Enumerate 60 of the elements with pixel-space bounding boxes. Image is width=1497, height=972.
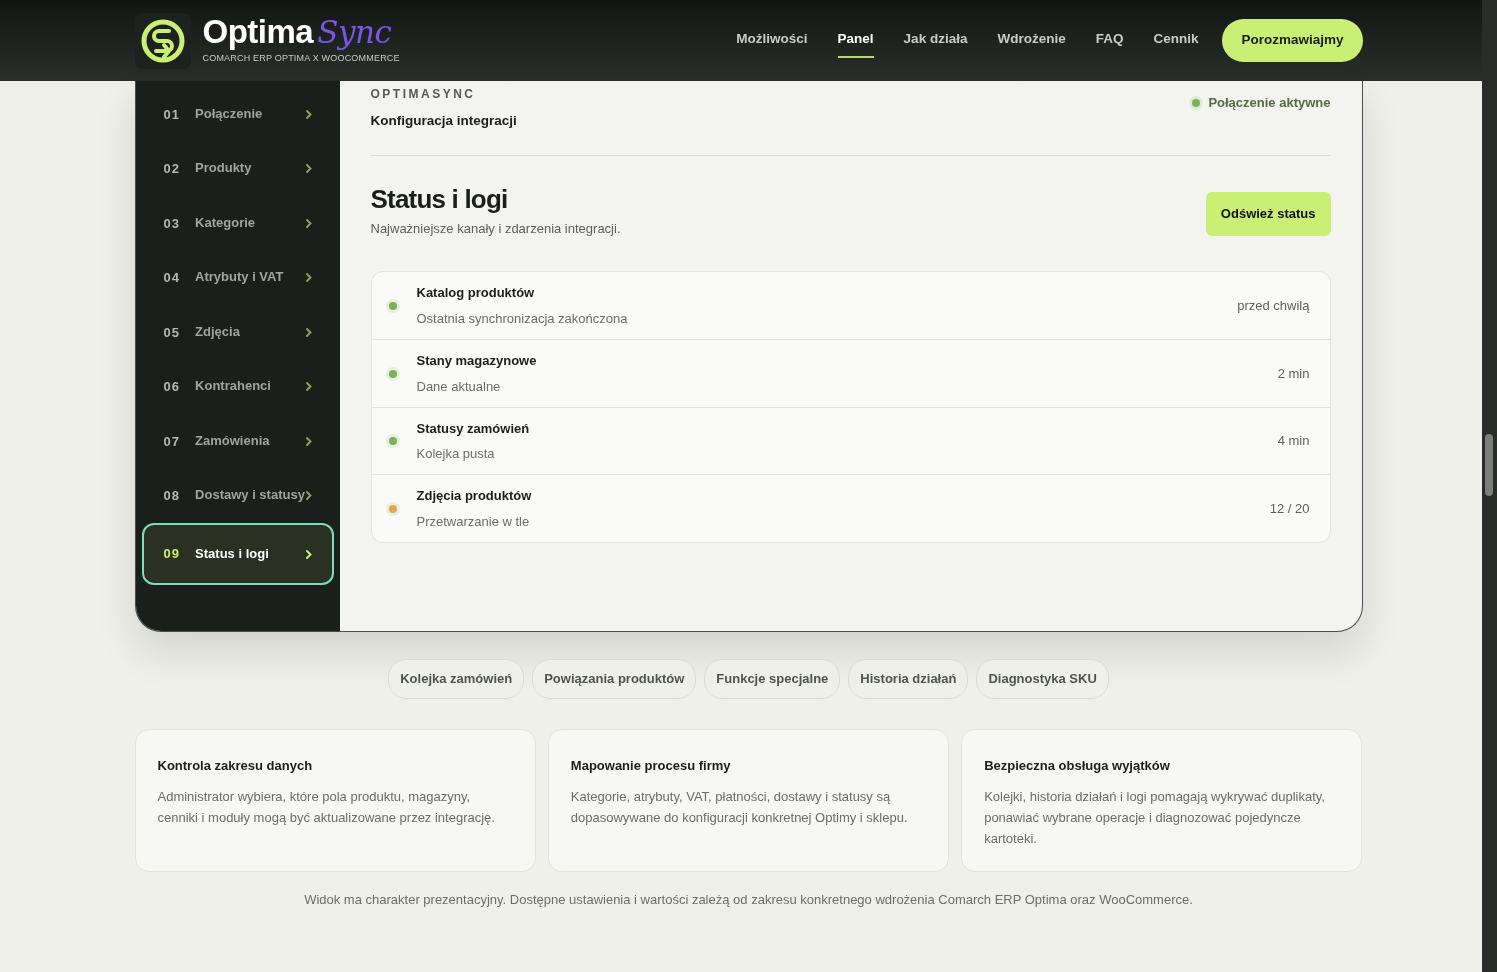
nav-link[interactable]: FAQ [1095, 23, 1124, 58]
contact-button[interactable]: Porozmawiajmy [1222, 19, 1363, 62]
feature-chip[interactable]: Historia działań [848, 659, 969, 699]
chevron-icon [305, 273, 312, 283]
sidebar-item[interactable]: 03 Kategorie [141, 196, 334, 251]
status-time: 2 min [1277, 364, 1310, 383]
status-name: Stany magazynowe [416, 352, 537, 371]
scrollbar[interactable] [1482, 0, 1497, 972]
status-detail: Przetwarzanie w tle [416, 512, 531, 531]
status-time: 4 min [1277, 432, 1310, 451]
sidebar-item[interactable]: 05 Zdjęcia [141, 305, 334, 360]
nav-link[interactable]: Możliwości [736, 23, 808, 58]
chevron-icon [305, 164, 312, 174]
sidebar-item[interactable]: 09 Status i logi [141, 523, 334, 585]
feature-chip[interactable]: Kolejka zamówień [388, 659, 525, 699]
chevron-icon [305, 327, 312, 337]
sidebar-item[interactable]: 08 Dostawy i statusy [141, 468, 334, 523]
nav-link[interactable]: Jak działa [903, 23, 968, 58]
nav-link[interactable]: Wdrożenie [997, 23, 1066, 58]
connection-status: Połączenie aktywne [1208, 94, 1331, 113]
status-detail: Ostatnia synchronizacja zakończona [416, 309, 628, 328]
status-detail: Kolejka pusta [416, 445, 496, 464]
scrollbar-thumb[interactable] [1485, 434, 1493, 496]
nav-link[interactable]: Panel [837, 23, 874, 58]
sidebar-item[interactable]: 02 Produkty [141, 141, 334, 196]
card-text: Kategorie, atrybuty, VAT, płatności, dostawy i statusy są dopasowywane do konfiguracji konkretnej Optimy i sklepu. [570, 788, 909, 827]
status-time: przed chwilą [1237, 296, 1310, 315]
chevron-icon [305, 218, 312, 228]
logo-tagline: COMARCH ERP OPTIMA X WOOCOMMERCE [202, 52, 400, 66]
disclaimer-text: Widok ma charakter prezentacyjny. Dostępne ustawienia i wartości zależą od zakresu konkretnego wdrożenia Comarch ERP Optima oraz WooCommerce. [303, 890, 1194, 909]
status-name: Statusy zamówień [416, 419, 530, 438]
eyebrow-label: OPTIMASYNC [370, 86, 477, 103]
feature-chip[interactable]: Powiązania produktów [532, 659, 697, 699]
chevron-icon [305, 436, 312, 446]
sidebar-item[interactable]: 01 Połączenie [141, 87, 334, 142]
card-title: Bezpieczna obsługa wyjątków [984, 756, 1171, 775]
status-name: Katalog produktów [416, 284, 536, 303]
sidebar-item[interactable]: 04 Atrybuty i VAT [141, 250, 334, 305]
section-description: Najważniejsze kanały i zdarzenia integracji. [370, 220, 621, 239]
logo-wordmark: OptimaSync [202, 15, 393, 49]
chevron-icon [305, 109, 312, 119]
sidebar-item[interactable]: 06 Kontrahenci [141, 359, 334, 414]
status-time: 12 / 20 [1269, 499, 1310, 518]
logo-icon [134, 12, 191, 69]
card-text: Administrator wybiera, które pola produktu, magazyny, cenniki i moduły mogą być aktualizowane przez integrację. [157, 788, 496, 827]
status-detail: Dane aktualne [416, 377, 502, 396]
feature-chip[interactable]: Diagnostyka SKU [976, 659, 1109, 699]
section-title: Status i logi [370, 184, 509, 216]
chevron-icon [305, 491, 312, 501]
sidebar-item[interactable]: 07 Zamówienia [141, 414, 334, 469]
card-title: Mapowanie procesu firmy [570, 756, 732, 775]
card-title: Kontrola zakresu danych [157, 756, 314, 775]
status-name: Zdjęcia produktów [416, 487, 532, 506]
chevron-icon [305, 382, 312, 392]
feature-chip[interactable]: Funkcje specjalne [704, 659, 841, 699]
refresh-button[interactable]: Odśwież status [1205, 192, 1331, 236]
panel-subtitle: Konfiguracja integracji [370, 112, 517, 130]
card-text: Kolejki, historia działań i logi pomagają wykrywać duplikaty, ponawiać wybrane operacje i diagnozować pojedyncze kartoteki. [984, 788, 1326, 848]
nav-link[interactable]: Cennik [1153, 23, 1199, 58]
chevron-icon [305, 549, 312, 559]
